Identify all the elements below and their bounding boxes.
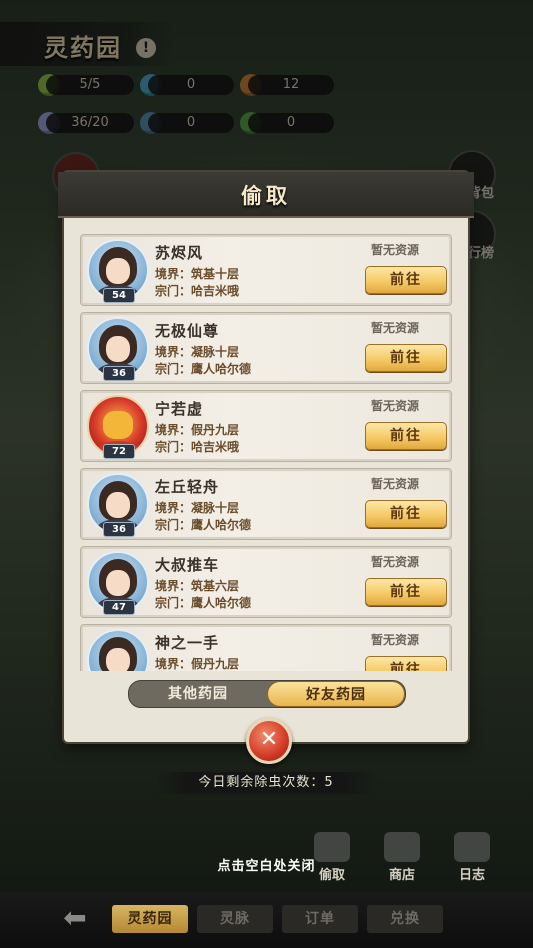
action-label: 日志: [458, 868, 485, 883]
steal-modal: 偷取 54 苏烬风 境界：筑基十层 宗门：哈吉米哦 暂无资源 前往 36 无极仙…: [58, 172, 474, 742]
tab-other-gardens[interactable]: 其他药园: [129, 681, 267, 707]
list-item: 72 宁若虚 境界：假丹九层 宗门：哈吉米哦 暂无资源 前往: [80, 390, 452, 462]
goto-button[interactable]: 前往: [365, 656, 447, 671]
player-realm: 境界：假丹九层: [155, 657, 240, 671]
shop-icon: [384, 832, 420, 862]
back-arrow-icon[interactable]: ⬅: [58, 903, 92, 933]
goto-button[interactable]: 前往: [365, 500, 447, 528]
list-item: 47 大叔推车 境界：筑基六层 宗门：鹰人哈尔德 暂无资源 前往: [80, 546, 452, 618]
level-badge: 54: [103, 288, 135, 303]
remaining-count: 今日剩余除虫次数：5: [156, 772, 376, 794]
modal-title: 偷取: [241, 184, 291, 208]
list-item: 神之一手 境界：假丹九层 暂无资源 前往: [80, 624, 452, 671]
player-list[interactable]: 54 苏烬风 境界：筑基十层 宗门：哈吉米哦 暂无资源 前往 36 无极仙尊 境…: [76, 224, 456, 671]
player-realm: 境界：筑基六层: [155, 579, 240, 593]
level-badge: 36: [103, 522, 135, 537]
player-sect: 宗门：哈吉米哦: [155, 284, 240, 298]
goto-button[interactable]: 前往: [365, 578, 447, 606]
level-badge: 72: [103, 444, 135, 459]
goto-button[interactable]: 前往: [365, 266, 447, 294]
player-name: 左丘轻舟: [155, 478, 220, 496]
action-label: 偷取: [318, 868, 345, 883]
modal-header: 偷取: [58, 172, 474, 218]
player-name: 无极仙尊: [155, 322, 220, 340]
resource-status: 暂无资源: [371, 399, 420, 413]
steal-action-button[interactable]: 偷取: [308, 832, 356, 883]
tab-spirit-garden[interactable]: 灵药园: [112, 905, 188, 933]
action-label: 商店: [388, 868, 415, 883]
list-item: 54 苏烬风 境界：筑基十层 宗门：哈吉米哦 暂无资源 前往: [80, 234, 452, 306]
garden-tabs: 其他药园 好友药园: [128, 680, 406, 708]
log-icon: [454, 832, 490, 862]
close-button[interactable]: ✕: [246, 718, 292, 764]
level-badge: 36: [103, 366, 135, 381]
avatar[interactable]: [87, 629, 149, 671]
tab-exchange[interactable]: 兑换: [367, 905, 443, 933]
lotus-icon: [314, 832, 350, 862]
resource-status: 暂无资源: [371, 477, 420, 491]
list-item: 36 左丘轻舟 境界：凝脉十层 宗门：鹰人哈尔德 暂无资源 前往: [80, 468, 452, 540]
tab-spirit-vein[interactable]: 灵脉: [197, 905, 273, 933]
goto-button[interactable]: 前往: [365, 422, 447, 450]
tab-friend-gardens[interactable]: 好友药园: [267, 681, 405, 707]
player-sect: 宗门：鹰人哈尔德: [155, 362, 252, 376]
log-action-button[interactable]: 日志: [448, 832, 496, 883]
player-realm: 境界：假丹九层: [155, 423, 240, 437]
player-name: 苏烬风: [155, 244, 204, 262]
resource-status: 暂无资源: [371, 243, 420, 257]
player-realm: 境界：凝脉十层: [155, 345, 240, 359]
player-sect: 宗门：鹰人哈尔德: [155, 518, 252, 532]
resource-status: 暂无资源: [371, 633, 420, 647]
close-icon: ✕: [259, 727, 279, 752]
player-sect: 宗门：鹰人哈尔德: [155, 596, 252, 610]
shop-action-button[interactable]: 商店: [378, 832, 426, 883]
resource-status: 暂无资源: [371, 321, 420, 335]
tab-orders[interactable]: 订单: [282, 905, 358, 933]
resource-status: 暂无资源: [371, 555, 420, 569]
player-name: 宁若虚: [155, 400, 204, 418]
player-sect: 宗门：哈吉米哦: [155, 440, 240, 454]
player-realm: 境界：凝脉十层: [155, 501, 240, 515]
player-name: 大叔推车: [155, 556, 220, 574]
player-realm: 境界：筑基十层: [155, 267, 240, 281]
goto-button[interactable]: 前往: [365, 344, 447, 372]
list-item: 36 无极仙尊 境界：凝脉十层 宗门：鹰人哈尔德 暂无资源 前往: [80, 312, 452, 384]
player-name: 神之一手: [155, 634, 220, 652]
level-badge: 47: [103, 600, 135, 615]
